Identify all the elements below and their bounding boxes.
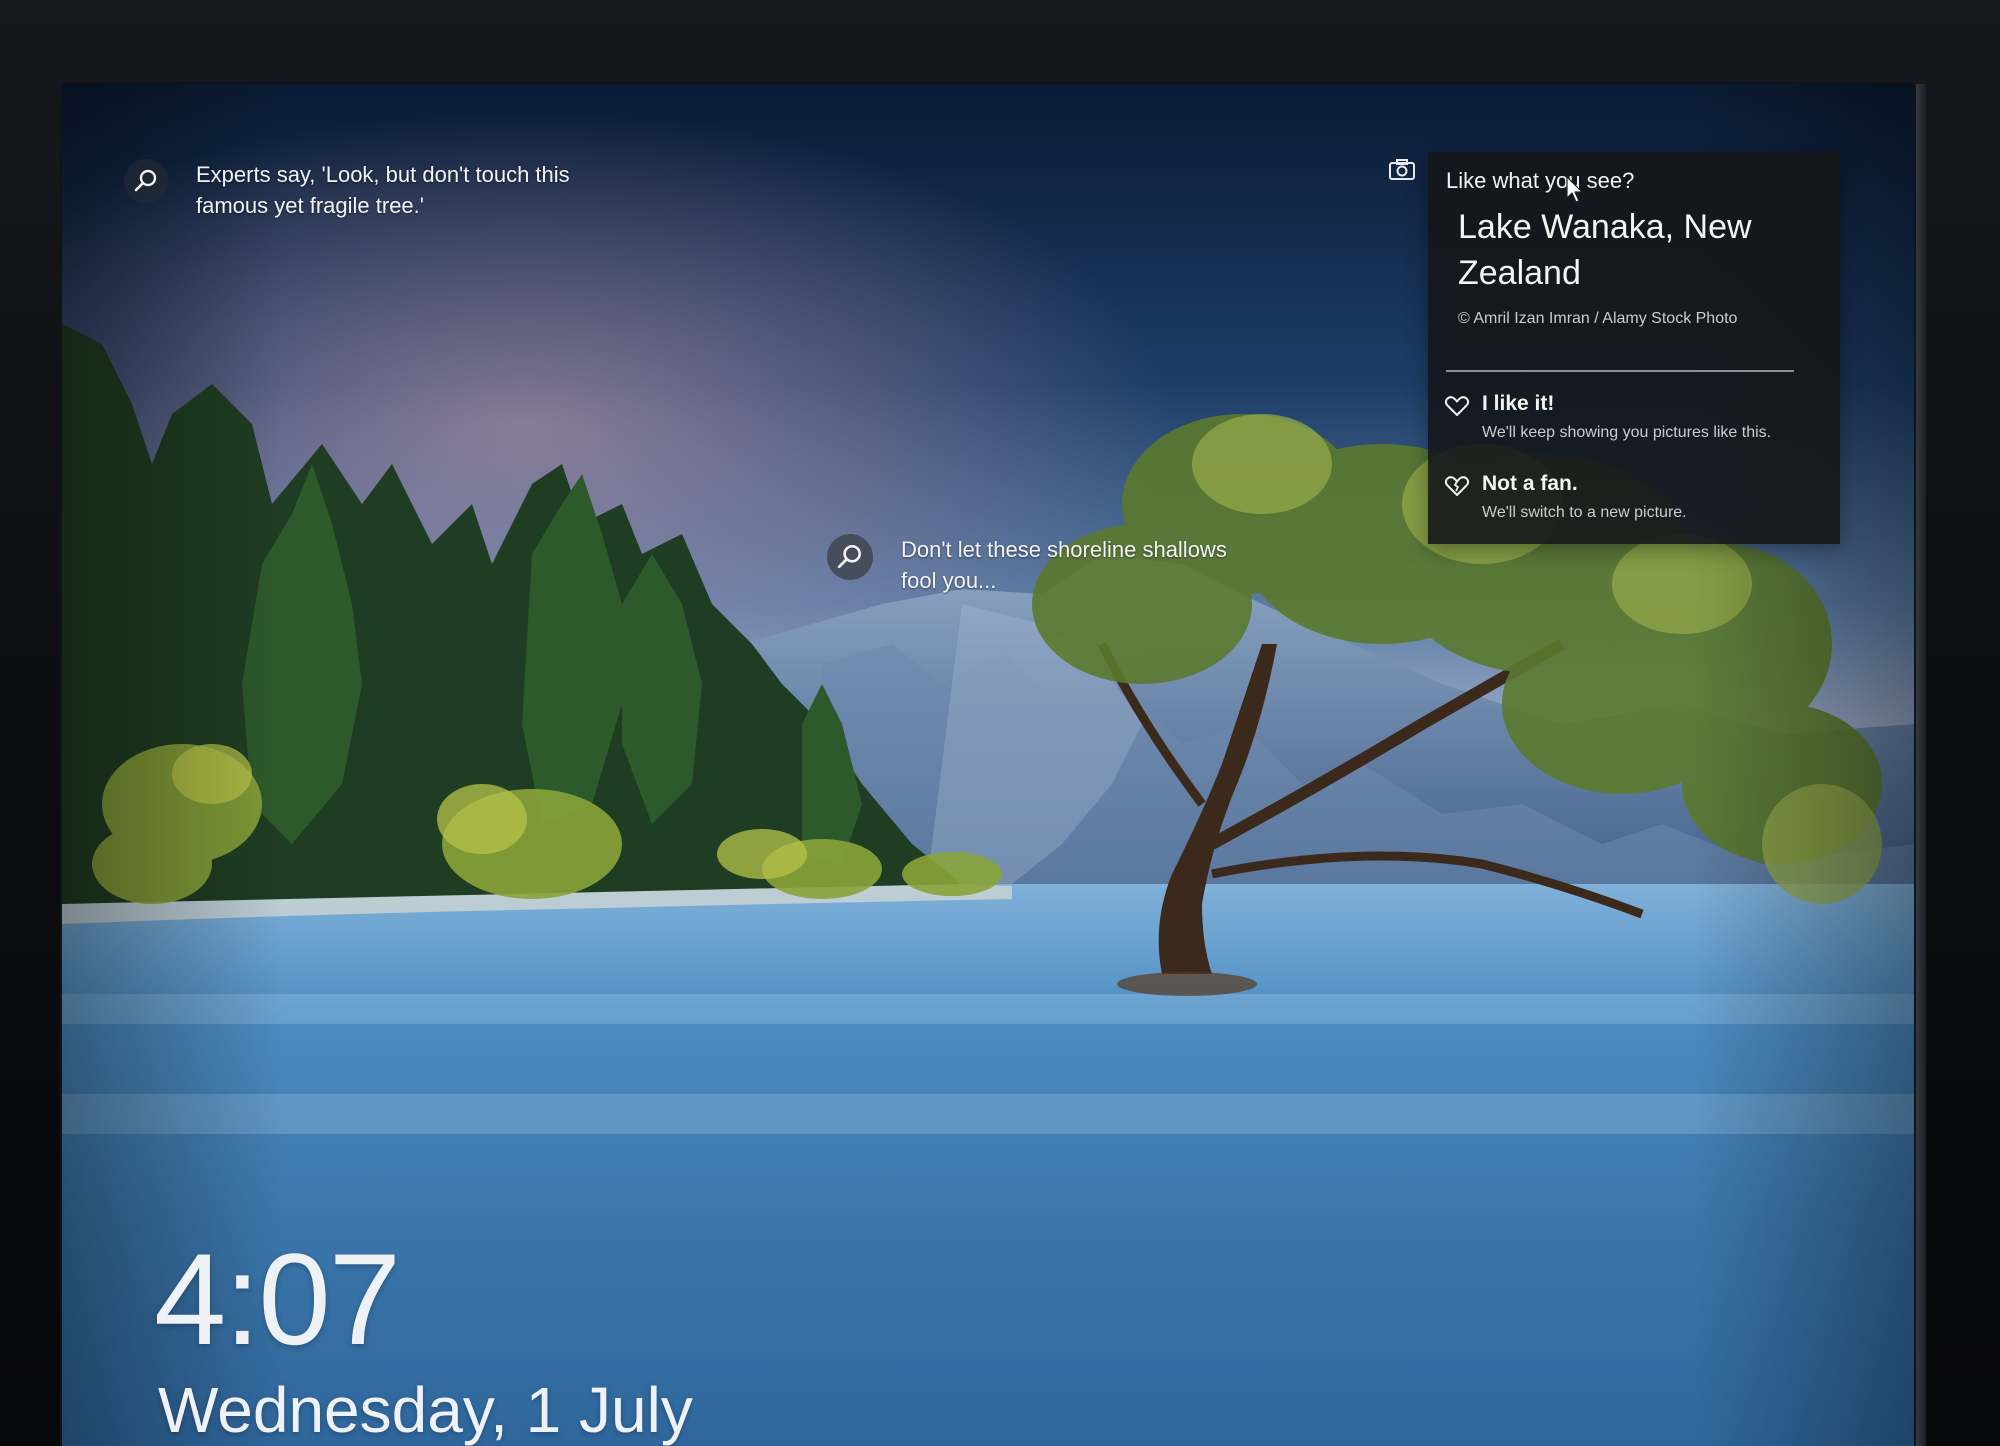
- broken-heart-icon: [1444, 476, 1470, 496]
- spotlight-hotspot-text: Don't let these shoreline shallows fool …: [901, 537, 1227, 593]
- flyout-photo-credit: © Amril Izan Imran / Alamy Stock Photo: [1458, 310, 1738, 327]
- lock-screen-date: Wednesday, 1 July: [158, 1374, 693, 1446]
- flyout-question: Like what you see?: [1446, 168, 1635, 193]
- mouse-pointer-icon: [1566, 176, 1583, 203]
- search-icon: [124, 159, 168, 203]
- camera-button[interactable]: [1380, 148, 1424, 192]
- spotlight-feedback-flyout: Like what you see? Lake Wanaka, New Zeal…: [1428, 152, 1840, 544]
- camera-icon: [1389, 159, 1415, 180]
- like-option-description: We'll keep showing you pictures like thi…: [1482, 424, 1772, 441]
- dislike-option-label: Not a fan.: [1482, 472, 1578, 495]
- lock-screen[interactable]: Experts say, 'Look, but don't touch this…: [62, 84, 1914, 1446]
- monitor-bezel-edge: [1914, 84, 1926, 1446]
- dislike-option-button[interactable]: Not a fan. We'll switch to a new picture…: [1444, 472, 1824, 532]
- spotlight-hotspot-tree[interactable]: Experts say, 'Look, but don't touch this…: [124, 159, 644, 221]
- lock-screen-time: 4:07: [154, 1226, 401, 1372]
- heart-icon: [1444, 396, 1470, 416]
- search-icon: [827, 534, 873, 580]
- flyout-location-title: Lake Wanaka, New Zealand: [1458, 208, 1752, 292]
- spotlight-hotspot-shoreline[interactable]: Don't let these shoreline shallows fool …: [827, 534, 1267, 596]
- flyout-divider: [1446, 370, 1794, 372]
- dislike-option-description: We'll switch to a new picture.: [1482, 504, 1687, 521]
- like-option-label: I like it!: [1482, 392, 1555, 415]
- like-option-button[interactable]: I like it! We'll keep showing you pictur…: [1444, 392, 1824, 452]
- spotlight-hotspot-text: Experts say, 'Look, but don't touch this…: [196, 162, 570, 218]
